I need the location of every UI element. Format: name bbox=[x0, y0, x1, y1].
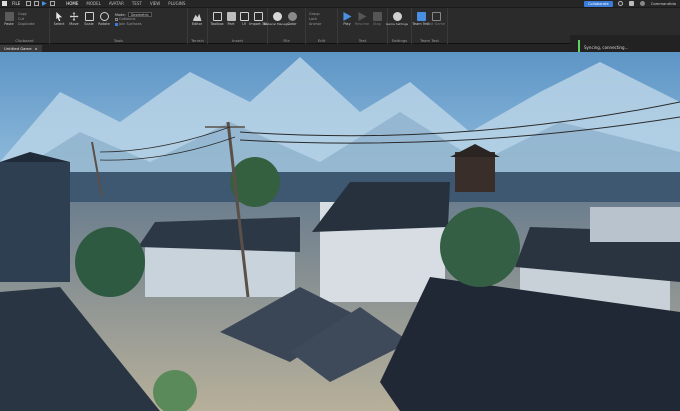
exit-game-button[interactable]: Exit Game bbox=[427, 10, 445, 26]
settings-group: Game Settings Settings bbox=[386, 8, 412, 44]
ui-frame-icon bbox=[239, 12, 249, 21]
cursor-icon bbox=[56, 12, 63, 21]
tab-plugins[interactable]: PLUGINS bbox=[164, 1, 189, 6]
share-icon[interactable] bbox=[618, 1, 624, 6]
test-group: Play Resume Stop Test bbox=[338, 8, 388, 44]
undo-icon[interactable] bbox=[25, 1, 31, 6]
notifications-icon[interactable] bbox=[629, 1, 635, 6]
part-button[interactable]: Part bbox=[226, 10, 236, 26]
play-button[interactable]: Play bbox=[341, 10, 353, 26]
avatar[interactable] bbox=[640, 1, 646, 6]
duplicate-button[interactable]: Duplicate bbox=[18, 22, 35, 27]
team-test-button[interactable]: Team Test bbox=[412, 10, 430, 26]
resume-button[interactable]: Resume bbox=[355, 10, 369, 26]
scene-render bbox=[0, 52, 680, 411]
collisions-checkbox[interactable] bbox=[115, 17, 118, 21]
move-arrows-icon bbox=[69, 12, 79, 21]
rotate-icon bbox=[99, 12, 109, 21]
tab-view[interactable]: VIEW bbox=[146, 1, 164, 6]
move-tool-button[interactable]: Move bbox=[68, 10, 80, 26]
ui-button[interactable]: UI bbox=[239, 10, 249, 26]
collaborate-button[interactable]: Collaborate bbox=[584, 0, 613, 7]
notification-text: Syncing, connecting... bbox=[584, 45, 629, 50]
tools-group: Select Move Scale Rotate Mode: Geometric… bbox=[50, 8, 188, 44]
tab-avatar[interactable]: AVATAR bbox=[105, 1, 128, 6]
studio-logo-icon bbox=[1, 1, 7, 6]
insert-group: Toolbox Part UI Import 3D Insert bbox=[208, 8, 268, 44]
file-menu[interactable]: FILE bbox=[8, 1, 24, 6]
color-swatch-icon bbox=[287, 12, 297, 21]
material-manager-button[interactable]: Material Manager bbox=[264, 10, 290, 26]
stop-button[interactable]: Stop bbox=[371, 10, 383, 26]
terrain-group: Editor Terrain bbox=[188, 8, 208, 44]
play-icon bbox=[343, 12, 352, 21]
toolbox-button[interactable]: Toolbox bbox=[210, 10, 224, 26]
scale-tool-button[interactable]: Scale bbox=[83, 10, 95, 26]
ribbon-tabs: HOME MODEL AVATAR TEST VIEW PLUGINS bbox=[62, 1, 189, 6]
anchor-button[interactable]: Anchor bbox=[309, 22, 321, 27]
import-3d-button[interactable]: Import 3D bbox=[249, 10, 267, 26]
file-group: Material Manager Color File bbox=[264, 8, 306, 44]
doc-tab-label: Untitled Game bbox=[4, 46, 32, 51]
rotate-tool-button[interactable]: Rotate bbox=[98, 10, 110, 26]
color-button[interactable]: Color bbox=[286, 10, 298, 26]
doc-tab-untitled-game[interactable]: Untitled Game × bbox=[0, 45, 42, 52]
edit-group: Group Lock Anchor Edit bbox=[306, 8, 338, 44]
exit-icon bbox=[431, 12, 441, 21]
play-quick-icon[interactable] bbox=[41, 1, 47, 6]
team-test-group: Team Test Exit Game Team Test bbox=[412, 8, 448, 44]
team-test-icon bbox=[416, 12, 426, 21]
document-tabs: Untitled Game × bbox=[0, 44, 570, 52]
mode-label: Mode: bbox=[115, 12, 126, 17]
terrain-icon bbox=[192, 13, 202, 21]
customize-icon[interactable] bbox=[49, 1, 55, 6]
tab-home[interactable]: HOME bbox=[62, 1, 82, 6]
toolbox-icon bbox=[212, 12, 222, 21]
game-settings-button[interactable]: Game Settings bbox=[386, 10, 408, 26]
clipboard-group: Paste Copy Cut Duplicate Clipboard bbox=[0, 8, 50, 44]
paste-icon bbox=[4, 12, 14, 21]
paste-button[interactable]: Paste bbox=[3, 10, 15, 26]
part-cube-icon bbox=[226, 12, 236, 21]
title-bar: FILE HOME MODEL AVATAR TEST VIEW PLUGINS… bbox=[0, 0, 680, 8]
close-icon[interactable]: × bbox=[35, 45, 38, 52]
join-surfaces-checkbox[interactable] bbox=[115, 22, 118, 26]
tab-model[interactable]: MODEL bbox=[82, 1, 104, 6]
material-sphere-icon bbox=[272, 12, 282, 21]
gear-icon bbox=[392, 12, 402, 21]
user-name: Commandida bbox=[650, 1, 676, 6]
redo-icon[interactable] bbox=[33, 1, 39, 6]
scale-icon bbox=[84, 12, 94, 21]
select-tool-button[interactable]: Select bbox=[53, 10, 65, 26]
resume-icon bbox=[358, 12, 367, 21]
join-surfaces-toggle[interactable]: Join Surfaces bbox=[115, 22, 152, 27]
terrain-editor-button[interactable]: Editor bbox=[191, 10, 203, 26]
stop-icon bbox=[372, 12, 382, 21]
import-3d-icon bbox=[253, 12, 263, 21]
viewport-3d[interactable] bbox=[0, 52, 680, 411]
tab-test[interactable]: TEST bbox=[128, 1, 146, 6]
